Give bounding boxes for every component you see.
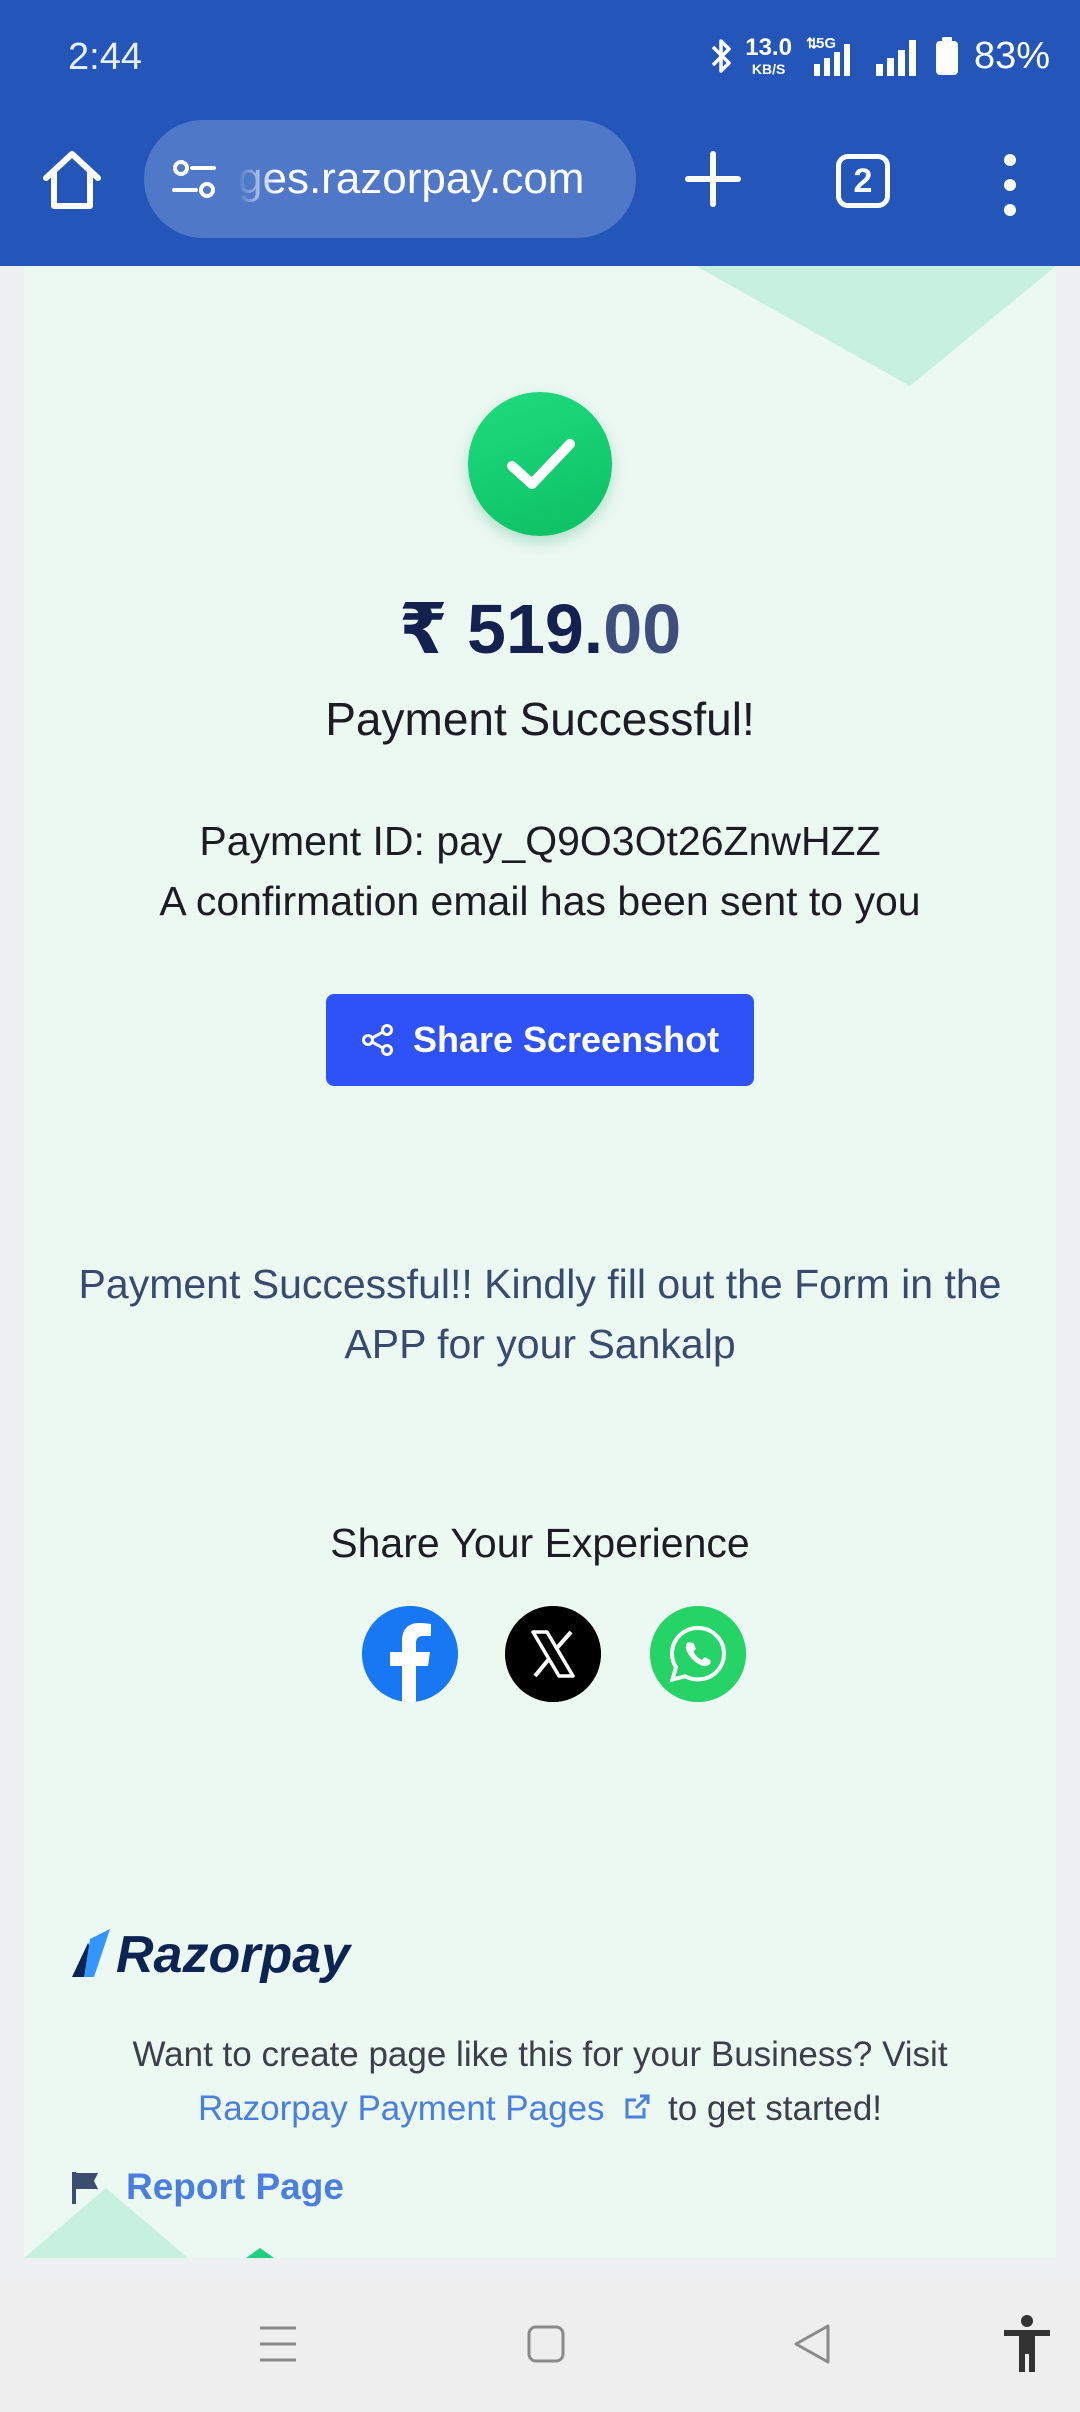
accessibility-icon[interactable] <box>1000 2314 1054 2374</box>
share-screenshot-button[interactable]: Share Screenshot <box>326 994 754 1086</box>
tabs-icon[interactable]: 2 <box>836 154 890 208</box>
signal-icon <box>875 40 916 76</box>
recents-icon[interactable] <box>258 2320 298 2368</box>
payment-status: Payment Successful! <box>325 693 755 745</box>
payment-id: Payment ID: pay_Q9O3Ot26ZnwHZZ <box>199 818 881 864</box>
promo-text: Want to create page like this for your B… <box>44 2028 1036 2136</box>
battery-icon <box>935 37 958 75</box>
network-speed-unit: KB/S <box>751 61 786 77</box>
promo-prefix: Want to create page like this for your B… <box>132 2035 948 2074</box>
amount-decimal: 00 <box>603 590 682 668</box>
battery-percent: 83% <box>973 34 1050 77</box>
payment-amount: ₹ 519.00 <box>24 588 1056 670</box>
status-icons: 13.0 KB/S ⇅ 5G 83% <box>709 34 1050 78</box>
promo-suffix: to get started! <box>668 2089 883 2128</box>
screen: 2:44 13.0 KB/S ⇅ 5G 83% ges.razorpay.com… <box>0 0 1080 2412</box>
back-icon[interactable] <box>792 2320 832 2368</box>
confirmation-message: A confirmation email has been sent to yo… <box>159 878 921 924</box>
home-nav-icon[interactable] <box>526 2320 566 2368</box>
signal-5g-icon: ⇅ 5G <box>806 35 850 76</box>
decorative-shape-top <box>696 266 1056 386</box>
success-badge <box>468 392 612 536</box>
url-text[interactable]: ges.razorpay.com <box>238 154 584 204</box>
bluetooth-icon <box>711 39 731 73</box>
share-icon <box>361 1024 393 1056</box>
external-link-icon[interactable] <box>622 2092 652 2122</box>
razorpay-mark-icon <box>72 1929 110 1977</box>
payment-page: ₹ 519.00 Payment Successful! Payment ID:… <box>24 266 1056 2258</box>
network-speed-value: 13.0 <box>745 34 792 61</box>
amount-main: ₹ 519. <box>398 590 604 668</box>
facebook-icon[interactable] <box>362 1606 458 1702</box>
whatsapp-icon[interactable] <box>650 1606 746 1702</box>
site-settings-icon[interactable] <box>170 155 218 203</box>
home-icon[interactable] <box>36 144 108 216</box>
address-bar[interactable]: ges.razorpay.com <box>144 120 636 238</box>
plus-icon[interactable] <box>680 146 746 212</box>
razorpay-pages-link[interactable]: Razorpay Payment Pages <box>198 2089 605 2128</box>
overflow-menu-icon[interactable] <box>990 150 1030 220</box>
url-fade <box>238 120 278 238</box>
browser-top-bar: 2:44 13.0 KB/S ⇅ 5G 83% ges.razorpay.com… <box>0 0 1080 266</box>
status-time: 2:44 <box>68 36 142 78</box>
x-icon[interactable] <box>505 1606 601 1702</box>
razorpay-wordmark: Razorpay <box>116 1926 351 1984</box>
razorpay-logo[interactable]: Razorpay <box>70 1920 350 1990</box>
decorative-shape-bottom <box>24 2188 274 2258</box>
network-type-label: 5G <box>816 35 836 52</box>
checkmark-icon <box>507 439 575 489</box>
share-screenshot-label: Share Screenshot <box>412 1019 720 1060</box>
network-speed: 13.0 KB/S <box>745 34 792 77</box>
share-experience-title: Share Your Experience <box>330 1520 750 1566</box>
system-navigation-bar <box>0 2280 1080 2412</box>
custom-message: Payment Successful!! Kindly fill out the… <box>78 1261 1002 1367</box>
